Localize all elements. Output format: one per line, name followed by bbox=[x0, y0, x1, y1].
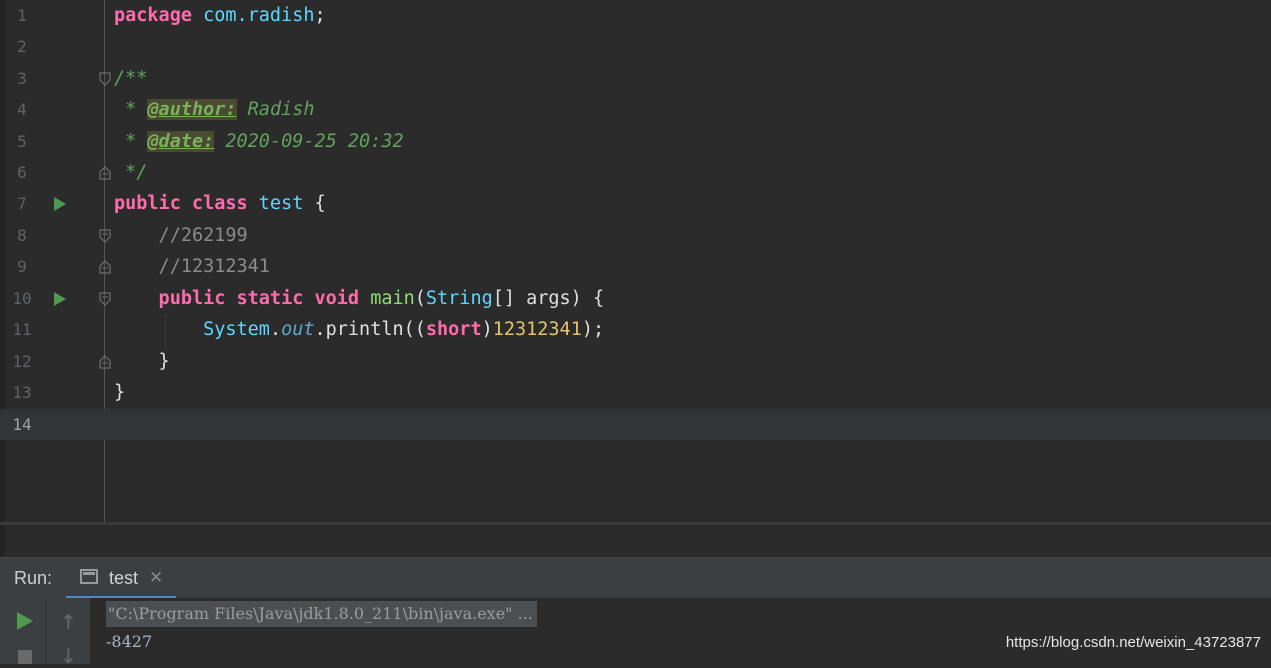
method-call: .println(( bbox=[314, 319, 426, 340]
watermark: https://blog.csdn.net/weixin_43723877 bbox=[1005, 634, 1261, 651]
comment-text: * bbox=[114, 131, 148, 152]
doc-comment-end: */ bbox=[114, 162, 148, 183]
run-class-icon[interactable] bbox=[54, 197, 66, 211]
code-line-14[interactable]: 14 bbox=[0, 409, 1271, 440]
console-command-line[interactable]: "C:\Program Files\Java\jdk1.8.0_211\bin\… bbox=[106, 601, 537, 627]
line-number: 6 bbox=[17, 163, 27, 182]
code-line-6[interactable]: 6 */ bbox=[0, 157, 1271, 188]
run-toolwindow-header: Run: test ✕ bbox=[0, 558, 1271, 599]
code-line-4[interactable]: 4 * @author: Radish bbox=[0, 94, 1271, 125]
line-number: 11 bbox=[12, 320, 32, 339]
code-line-13[interactable]: 13 } bbox=[0, 377, 1271, 408]
line-number: 7 bbox=[17, 194, 27, 213]
console-output: -8427 bbox=[106, 632, 153, 651]
line-comment: //262199 bbox=[114, 225, 248, 246]
line-comment: //12312341 bbox=[114, 256, 270, 277]
doc-tag: @date: bbox=[147, 131, 215, 152]
comment-text: 2020-09-25 20:32 bbox=[214, 131, 404, 152]
keyword: public class bbox=[114, 193, 259, 214]
punctuation: ; bbox=[314, 5, 326, 26]
down-arrow-icon[interactable]: ↓ bbox=[60, 644, 77, 668]
line-number: 3 bbox=[17, 69, 27, 88]
fold-start-icon[interactable] bbox=[99, 71, 111, 86]
closing-brace: } bbox=[114, 351, 170, 372]
static-field: out bbox=[281, 319, 315, 340]
keyword: public static void bbox=[114, 288, 371, 309]
run-label: Run: bbox=[14, 568, 53, 588]
fold-end-icon[interactable] bbox=[99, 259, 111, 274]
punctuation: ); bbox=[581, 319, 605, 340]
line-number: 5 bbox=[17, 132, 27, 151]
method-name: main bbox=[370, 288, 415, 309]
stop-icon[interactable] bbox=[18, 650, 32, 664]
line-number: 8 bbox=[17, 226, 27, 245]
keyword: package bbox=[114, 5, 192, 26]
run-tab-test[interactable]: test ✕ bbox=[66, 558, 176, 599]
console-icon bbox=[80, 569, 98, 584]
class-name: test bbox=[258, 193, 304, 214]
type-name: String bbox=[425, 288, 493, 309]
code-line-11[interactable]: 11 System.out.println((short)12312341); bbox=[0, 314, 1271, 345]
package-name: com.radish bbox=[203, 5, 315, 26]
run-method-icon[interactable] bbox=[54, 292, 66, 306]
line-number: 4 bbox=[17, 100, 27, 119]
fold-end-icon[interactable] bbox=[99, 354, 111, 369]
fold-start-icon[interactable] bbox=[99, 291, 111, 306]
line-number: 13 bbox=[12, 383, 32, 402]
line-number: 10 bbox=[12, 289, 32, 308]
code-line-3[interactable]: 3 /** bbox=[0, 63, 1271, 94]
run-tab-label: test bbox=[109, 568, 139, 588]
up-arrow-icon[interactable]: ↑ bbox=[60, 610, 77, 634]
punctuation: ( bbox=[414, 288, 426, 309]
comment-text: Radish bbox=[236, 99, 315, 120]
code-line-9[interactable]: 9 //12312341 bbox=[0, 251, 1271, 282]
code-line-7[interactable]: 7 public class test { bbox=[0, 188, 1271, 219]
editor-empty-area bbox=[0, 525, 1271, 557]
fold-end-icon[interactable] bbox=[99, 165, 111, 180]
line-number-current: 14 bbox=[12, 415, 32, 434]
code-line-10[interactable]: 10 public static void main(String[] args… bbox=[0, 283, 1271, 314]
comment-text: * bbox=[114, 99, 148, 120]
code-line-5[interactable]: 5 * @date: 2020-09-25 20:32 bbox=[0, 126, 1271, 157]
code-editor[interactable]: 1 package com.radish; 2 3 /** 4 * @autho… bbox=[0, 0, 1271, 522]
close-icon[interactable]: ✕ bbox=[149, 568, 163, 588]
line-number: 12 bbox=[12, 352, 32, 371]
params: [] args) { bbox=[492, 288, 605, 309]
code-line-1[interactable]: 1 package com.radish; bbox=[0, 0, 1271, 31]
punctuation: . bbox=[269, 319, 282, 340]
keyword: short bbox=[425, 319, 482, 340]
doc-tag: @author: bbox=[147, 99, 237, 120]
punctuation: { bbox=[303, 193, 326, 214]
code-line-12[interactable]: 12 } bbox=[0, 346, 1271, 377]
line-number: 2 bbox=[17, 37, 27, 56]
rerun-icon[interactable] bbox=[17, 612, 33, 630]
toolbar-divider bbox=[45, 598, 46, 664]
line-number: 9 bbox=[17, 257, 27, 276]
number-literal: 12312341 bbox=[492, 319, 582, 340]
fold-start-icon[interactable] bbox=[99, 228, 111, 243]
closing-brace: } bbox=[114, 382, 126, 403]
line-number: 1 bbox=[17, 6, 27, 25]
code-line-2[interactable]: 2 bbox=[0, 31, 1271, 62]
code-line-8[interactable]: 8 //262199 bbox=[0, 220, 1271, 251]
doc-comment-start: /** bbox=[114, 68, 148, 89]
class-ref: System bbox=[114, 319, 270, 340]
punctuation: ) bbox=[481, 319, 493, 340]
